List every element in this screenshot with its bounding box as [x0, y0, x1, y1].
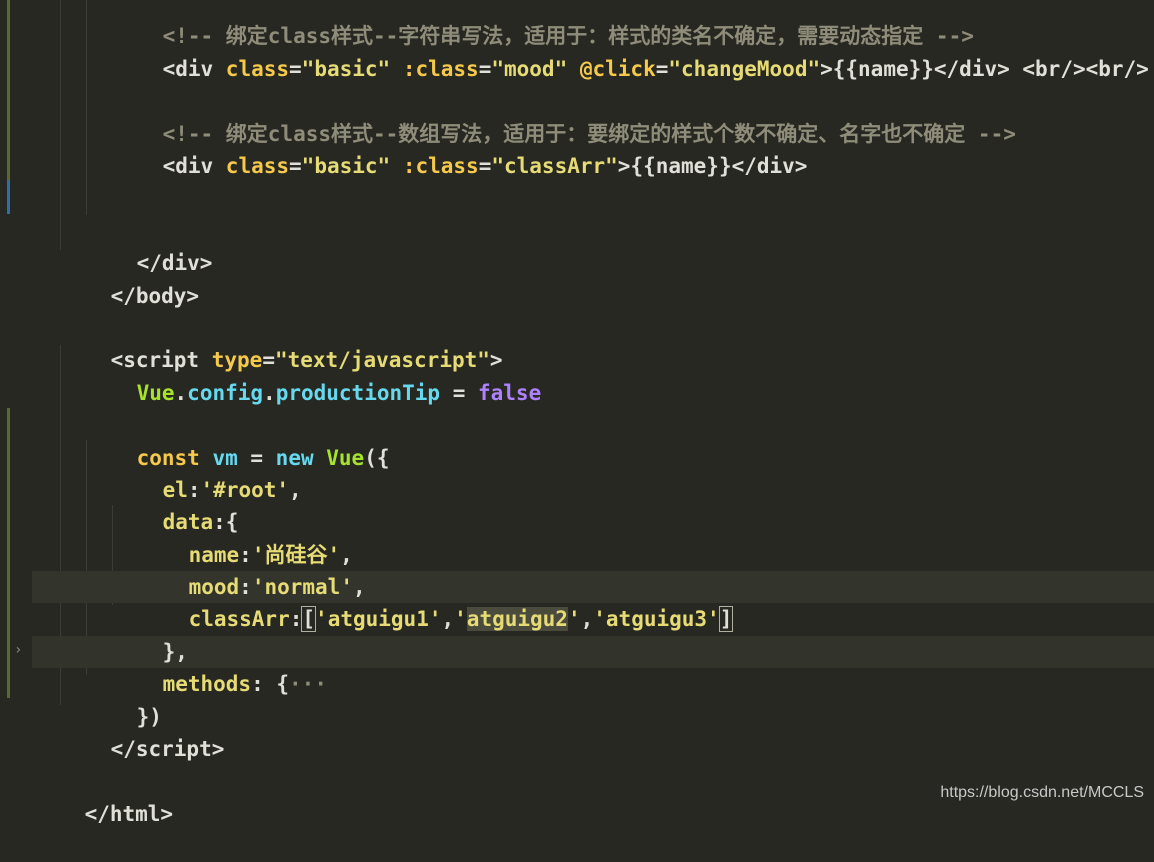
- punc: : {: [251, 672, 290, 696]
- code-line-vue-config: Vue.config.productionTip = false: [86, 345, 542, 405]
- punc: .: [263, 381, 276, 405]
- code-line-vm-close: }): [86, 669, 162, 729]
- code-line-div-close: </div>: [86, 215, 213, 275]
- word-highlight: atguigu2: [466, 607, 568, 631]
- punc: =: [655, 57, 669, 81]
- punc: :: [289, 607, 303, 631]
- punc: ({: [364, 446, 390, 470]
- attr-value: "classArr": [491, 154, 618, 178]
- string: 'atguigu1': [315, 607, 442, 631]
- property: productionTip: [275, 381, 441, 405]
- attr-name: :class: [390, 154, 479, 178]
- punc: ,: [441, 607, 455, 631]
- attr-name: class: [225, 154, 290, 178]
- attr-value: "basic": [301, 57, 391, 81]
- tag-close: </script>: [110, 737, 225, 761]
- code-line-body-close: </body>: [60, 248, 200, 308]
- bracket-match: ]: [718, 606, 734, 632]
- attr-name: @click: [567, 57, 656, 81]
- attr-value: "mood": [491, 57, 568, 81]
- code-line-script-open: <script type="text/javascript">: [60, 312, 503, 372]
- tag-close: </html>: [84, 802, 174, 826]
- code-line-html-close: </html>: [34, 766, 174, 826]
- punc: =: [289, 154, 302, 178]
- code-line-classarr: classArr:['atguigu1','atguigu2','atguigu…: [138, 571, 734, 632]
- punc: =: [440, 381, 478, 405]
- code-line-el: el:'#root',: [112, 442, 302, 502]
- identifier: Vue: [326, 446, 365, 470]
- code-editor[interactable]: › <!-- 绑定class样式--字符串写法，适用于：样式的类名不确定，需要动…: [0, 0, 1154, 826]
- code-line-div1: <div class="basic" :class="mood" @click=…: [112, 21, 1149, 81]
- attr-value: "basic": [301, 154, 391, 178]
- tag-rest: >{{name}}</div>: [617, 154, 808, 178]
- fold-chevron-icon[interactable]: ›: [14, 642, 22, 658]
- gutter-change-marker: [7, 0, 10, 205]
- tag-rest: >{{name}}</div> <br/><br/>: [820, 57, 1149, 81]
- indent-guide: [86, 0, 87, 215]
- punc: =: [289, 57, 302, 81]
- watermark-url: https://blog.csdn.net/MCCLS: [940, 784, 1144, 801]
- code-line-mood: mood:'normal',: [138, 539, 366, 599]
- code-line-comment1: <!-- 绑定class样式--字符串写法，适用于：样式的类名不确定，需要动态指…: [112, 0, 974, 48]
- indent-guide: [60, 0, 61, 250]
- code-line-div2: <div class="basic" :class="classArr">{{n…: [112, 118, 808, 178]
- code-line-const-vm: const vm = new Vue({: [86, 410, 390, 470]
- folded-ellipsis[interactable]: ···: [289, 672, 327, 696]
- punc: =: [478, 57, 492, 81]
- code-line-name: name:'尚硅谷',: [138, 507, 353, 567]
- string: ': [567, 607, 581, 631]
- tag-open: <div: [162, 57, 226, 81]
- attr-name: class: [225, 57, 290, 81]
- tag-open: <div: [162, 154, 226, 178]
- gutter-change-marker-2: [7, 408, 10, 698]
- gutter-modified-marker: [7, 180, 10, 214]
- punc: .: [174, 381, 188, 405]
- object-key: methods: [162, 672, 252, 696]
- identifier: Vue: [136, 381, 175, 405]
- code-line-data-close: },: [112, 604, 188, 664]
- punc: ,: [580, 607, 594, 631]
- string: 'atguigu3': [593, 607, 720, 631]
- code-line-data: data:{: [112, 474, 239, 534]
- object-key: classArr: [188, 607, 290, 631]
- code-line-comment2: <!-- 绑定class样式--数组写法，适用于：要绑定的样式个数不确定、名字也…: [112, 86, 1016, 146]
- tag-close: </body>: [110, 284, 200, 308]
- string: ': [454, 607, 467, 631]
- attr-value: "changeMood": [668, 57, 821, 81]
- code-line-script-close: </script>: [60, 701, 225, 761]
- punc: =: [478, 154, 492, 178]
- boolean: false: [478, 381, 542, 405]
- property: config: [187, 381, 264, 405]
- punc: ,: [289, 478, 302, 502]
- attr-name: :class: [390, 57, 479, 81]
- code-line-methods[interactable]: methods: {···: [112, 636, 327, 696]
- bracket-match: [: [301, 606, 317, 632]
